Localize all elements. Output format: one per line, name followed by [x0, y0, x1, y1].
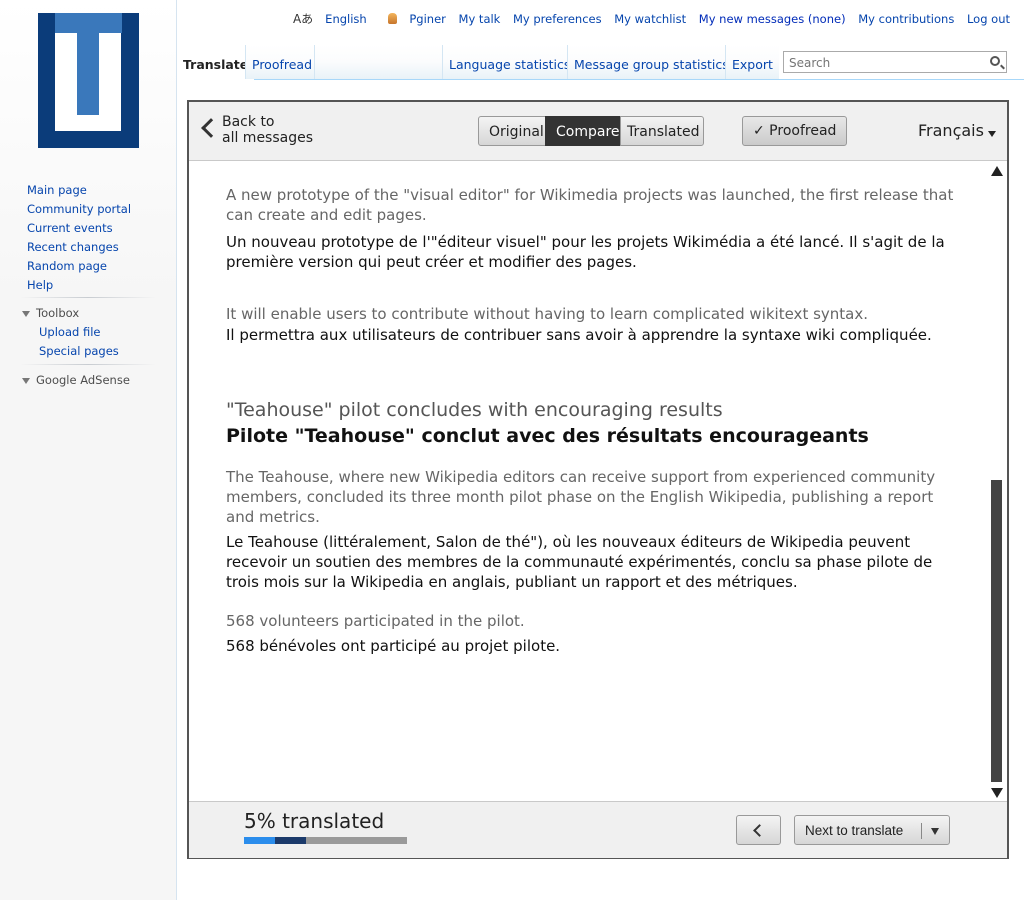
progress-proofread-segment	[274, 837, 306, 844]
message-source-heading: "Teahouse" pilot concludes with encourag…	[226, 399, 723, 421]
message-translation[interactable]: 568 bénévoles ont participé au projet pi…	[226, 636, 946, 656]
tab-proofread[interactable]: Proofread	[245, 45, 319, 79]
message-source: A new prototype of the "visual editor" f…	[226, 186, 954, 224]
log-out-link[interactable]: Log out	[967, 12, 1010, 26]
tab-language-statistics[interactable]: Language statistics	[442, 45, 577, 79]
personal-tools: Aあ English Pginer My talk My preferences …	[275, 10, 1010, 27]
my-talk-link[interactable]: My talk	[459, 12, 501, 26]
toolbox-toggle[interactable]: Toolbox	[22, 306, 79, 320]
nav-current-events[interactable]: Current events	[27, 219, 131, 238]
view-translated-button[interactable]: Translated	[620, 116, 704, 146]
adsense-toggle[interactable]: Google AdSense	[22, 373, 130, 387]
chevron-left-icon	[753, 824, 766, 837]
search-input[interactable]	[787, 53, 981, 73]
scroll-down-arrow-icon[interactable]	[991, 788, 1003, 798]
scroll-up-arrow-icon[interactable]	[991, 166, 1003, 176]
panel-header: Back to all messages Original Compare Tr…	[189, 102, 1007, 161]
nav-random-page[interactable]: Random page	[27, 257, 131, 276]
back-label-line1: Back to	[222, 114, 275, 130]
toolbox-upload-file[interactable]: Upload file	[39, 323, 119, 342]
message-translation[interactable]: Il permettra aux utilisateurs de contrib…	[226, 325, 946, 345]
my-preferences-link[interactable]: My preferences	[513, 12, 602, 26]
message-translation[interactable]: Le Teahouse (littéralement, Salon de thé…	[226, 532, 946, 592]
tab-export[interactable]: Export	[725, 45, 779, 79]
sidebar: Main page Community portal Current event…	[0, 0, 177, 900]
tab-message-group-statistics[interactable]: Message group statistics	[567, 45, 735, 79]
back-to-all-messages-link[interactable]: Back to all messages	[222, 114, 332, 146]
scrollbar-thumb[interactable]	[991, 480, 1002, 782]
my-contributions-link[interactable]: My contributions	[858, 12, 954, 26]
previous-button[interactable]	[736, 815, 781, 845]
message-list: A new prototype of the "visual editor" f…	[189, 161, 1007, 800]
my-watchlist-link[interactable]: My watchlist	[614, 12, 686, 26]
my-new-messages-link[interactable]: My new messages (none)	[699, 12, 846, 26]
expand-triangle-icon	[22, 310, 30, 317]
message-translation-heading[interactable]: Pilote "Teahouse" conclut avec des résul…	[226, 424, 946, 448]
toolbox-special-pages[interactable]: Special pages	[39, 342, 119, 361]
progress-translated-segment	[244, 837, 275, 844]
view-compare-button[interactable]: Compare	[545, 116, 621, 146]
nav-recent-changes[interactable]: Recent changes	[27, 238, 131, 257]
dropdown-arrow-icon[interactable]	[931, 828, 939, 835]
language-dropdown[interactable]: Français	[918, 121, 996, 140]
back-label-line2: all messages	[222, 130, 314, 146]
tab-translate[interactable]: Translate	[177, 45, 255, 82]
translation-panel: Back to all messages Original Compare Tr…	[187, 100, 1009, 859]
message-source: The Teahouse, where new Wikipedia editor…	[226, 468, 936, 526]
divider	[921, 823, 922, 839]
nav-main-page[interactable]: Main page	[27, 181, 131, 200]
user-icon	[388, 13, 398, 24]
view-original-button[interactable]: Original	[478, 116, 555, 146]
nav-community-portal[interactable]: Community portal	[27, 200, 131, 219]
toolbox-menu: Upload file Special pages	[39, 323, 119, 361]
message-source: 568 volunteers participated in the pilot…	[226, 612, 525, 630]
adsense-heading: Google AdSense	[36, 373, 130, 387]
search-icon[interactable]	[990, 56, 1000, 66]
language-icon: Aあ	[292, 12, 314, 26]
proofread-button[interactable]: ✓ Proofread	[742, 116, 848, 146]
message-source: It will enable users to contribute witho…	[226, 305, 869, 323]
translatewiki-logo[interactable]	[38, 13, 139, 148]
next-to-translate-button[interactable]: Next to translate	[794, 815, 950, 845]
panel-footer: 5% translated Next to translate	[189, 801, 1007, 858]
progress-label: 5% translated	[244, 809, 385, 833]
navigation-menu: Main page Community portal Current event…	[27, 181, 131, 295]
language-label: Français	[918, 121, 984, 140]
message-translation[interactable]: Un nouveau prototype de l'"éditeur visue…	[226, 232, 946, 272]
expand-triangle-icon	[22, 377, 30, 384]
divider	[20, 297, 156, 298]
progress-bar	[244, 837, 407, 844]
user-link[interactable]: Pginer	[379, 12, 446, 26]
next-to-translate-label: Next to translate	[805, 823, 904, 838]
toolbox-heading: Toolbox	[36, 306, 80, 320]
tab-spacer	[314, 45, 442, 79]
search-box	[783, 51, 1007, 73]
dropdown-caret-icon	[987, 131, 996, 137]
divider	[20, 364, 156, 365]
nav-help[interactable]: Help	[27, 276, 131, 295]
back-chevron-icon[interactable]	[201, 118, 221, 138]
language-selector[interactable]: Aあ English	[284, 12, 367, 26]
